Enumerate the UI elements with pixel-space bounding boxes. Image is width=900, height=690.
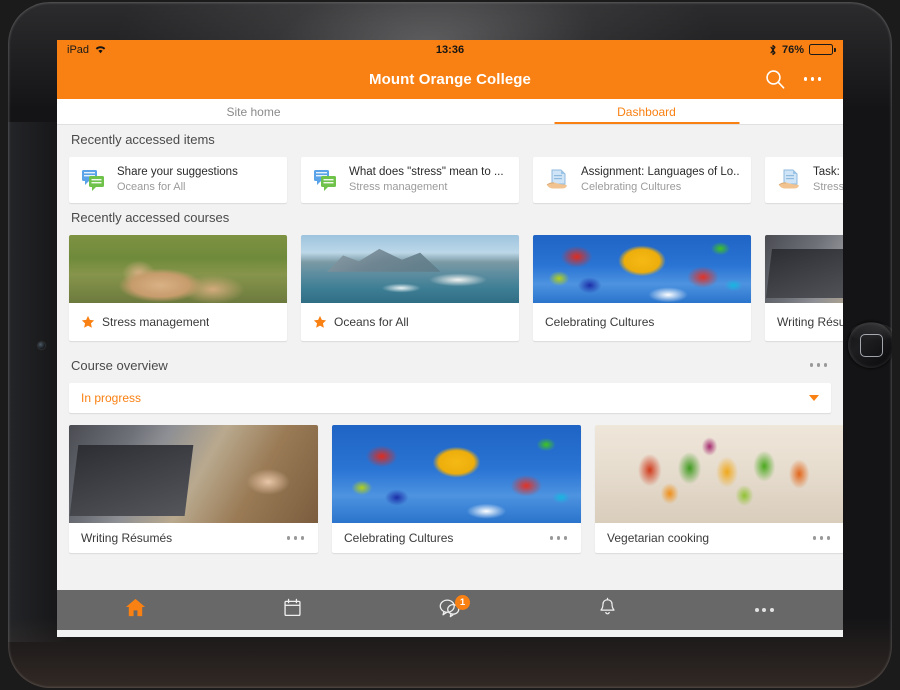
bluetooth-icon xyxy=(769,44,777,56)
chevron-down-icon[interactable] xyxy=(809,395,819,401)
status-bar-right: 76% xyxy=(769,43,836,56)
status-bar-left: iPad xyxy=(67,44,107,56)
course-filter-wrap: In progress xyxy=(57,379,843,413)
list-item-texts: Task: So Stress m xyxy=(813,165,843,195)
list-item-subtitle: Celebrating Cultures xyxy=(581,181,682,193)
status-badge: 1 xyxy=(455,595,470,610)
course-image xyxy=(69,235,287,303)
search-icon[interactable] xyxy=(764,68,786,90)
course-name: Vegetarian cooking xyxy=(607,531,710,545)
site-tabs: Site home Dashboard xyxy=(57,99,843,125)
home-icon xyxy=(124,596,147,624)
list-item-title: Share your suggestions xyxy=(117,166,238,178)
course-name: Oceans for All xyxy=(334,315,409,329)
course-name: Celebrating Cultures xyxy=(344,531,454,545)
battery-percent-label: 76% xyxy=(781,43,804,56)
course-card-footer: Oceans for All xyxy=(301,303,519,341)
assignment-icon xyxy=(777,168,803,192)
tabbar-item-notifications[interactable] xyxy=(529,590,686,630)
recently-accessed-courses-row[interactable]: Stress management Oceans for All Celebra… xyxy=(57,231,843,351)
course-card-footer: Vegetarian cooking xyxy=(595,523,843,553)
list-item-title: What does "stress" mean to ... xyxy=(349,166,504,178)
assignment-icon xyxy=(545,168,571,192)
list-item-texts: Assignment: Languages of Lo... Celebrati… xyxy=(581,165,739,195)
more-options-icon xyxy=(753,602,776,618)
section-title: Recently accessed items xyxy=(71,131,215,147)
more-options-icon[interactable] xyxy=(548,530,570,546)
recently-accessed-items-header: Recently accessed items xyxy=(57,125,843,153)
course-name: Stress management xyxy=(102,315,210,329)
course-card-footer: Writing Résumés xyxy=(69,523,318,553)
bell-icon xyxy=(597,597,618,623)
list-item[interactable]: What does "stress" mean to ... Stress ma… xyxy=(301,157,519,203)
list-item-title: Task: So xyxy=(813,166,843,178)
status-bar: iPad 13:36 76% xyxy=(57,40,843,59)
list-item[interactable]: Task: So Stress m xyxy=(765,157,843,203)
more-options-icon[interactable] xyxy=(811,530,833,546)
course-card-footer: Celebrating Cultures xyxy=(533,303,751,341)
course-filter-select[interactable]: In progress xyxy=(69,383,831,413)
ipad-screen: iPad 13:36 76% Mount Orange College Site… xyxy=(57,40,843,637)
bottom-tab-bar: 1 xyxy=(57,590,843,630)
course-card[interactable]: Vegetarian cooking xyxy=(595,425,843,553)
course-card[interactable]: Celebrating Cultures xyxy=(332,425,581,553)
forum-icon xyxy=(81,168,107,192)
course-card[interactable]: Oceans for All xyxy=(301,235,519,341)
tab-site-home[interactable]: Site home xyxy=(57,99,450,124)
star-icon[interactable] xyxy=(313,315,327,329)
course-name: Writing Résumés xyxy=(81,531,173,545)
star-icon[interactable] xyxy=(81,315,95,329)
course-card-footer: Celebrating Cultures xyxy=(332,523,581,553)
course-image xyxy=(301,235,519,303)
recently-accessed-items-row[interactable]: Share your suggestions Oceans for All Wh… xyxy=(57,153,843,203)
home-button[interactable] xyxy=(848,322,892,368)
course-card[interactable]: Writing Résumés xyxy=(765,235,843,341)
section-title: Course overview xyxy=(71,357,168,373)
tabbar-item-calendar[interactable] xyxy=(214,590,371,630)
list-item-title: Assignment: Languages of Lo... xyxy=(581,166,739,178)
app-header: Mount Orange College xyxy=(57,59,843,99)
course-image xyxy=(765,235,843,303)
status-bar-time: 13:36 xyxy=(435,43,465,56)
course-card[interactable]: Writing Résumés xyxy=(69,425,318,553)
course-card[interactable]: Stress management xyxy=(69,235,287,341)
more-options-icon[interactable] xyxy=(808,357,830,373)
section-title: Recently accessed courses xyxy=(71,209,230,225)
header-actions xyxy=(764,68,844,90)
device-label: iPad xyxy=(67,43,90,56)
course-image xyxy=(332,425,581,523)
tab-dashboard[interactable]: Dashboard xyxy=(450,99,843,124)
course-filter-value: In progress xyxy=(81,391,142,405)
course-overview-header: Course overview xyxy=(57,351,843,379)
more-options-icon[interactable] xyxy=(285,530,307,546)
list-item-texts: Share your suggestions Oceans for All xyxy=(117,165,238,195)
tabbar-item-more[interactable] xyxy=(686,590,843,630)
course-overview-row[interactable]: Writing Résumés Celebrating Cultures Veg… xyxy=(57,413,843,553)
course-image xyxy=(69,425,318,523)
course-image xyxy=(595,425,843,523)
list-item[interactable]: Share your suggestions Oceans for All xyxy=(69,157,287,203)
course-name: Celebrating Cultures xyxy=(545,315,655,329)
battery-icon xyxy=(809,44,836,55)
page-title: Mount Orange College xyxy=(368,70,531,88)
course-card-footer: Stress management xyxy=(69,303,287,341)
tabbar-item-messages[interactable]: 1 xyxy=(371,590,528,630)
calendar-icon xyxy=(282,597,303,623)
course-card[interactable]: Celebrating Cultures xyxy=(533,235,751,341)
course-image xyxy=(533,235,751,303)
wifi-icon xyxy=(94,44,107,55)
list-item[interactable]: Assignment: Languages of Lo... Celebrati… xyxy=(533,157,751,203)
more-options-icon[interactable] xyxy=(802,71,824,87)
forum-icon xyxy=(313,168,339,192)
course-card-footer: Writing Résumés xyxy=(765,303,843,341)
list-item-subtitle: Oceans for All xyxy=(117,181,186,193)
course-name: Writing Résumés xyxy=(777,315,843,329)
tabbar-item-home[interactable] xyxy=(57,590,214,630)
dashboard-content[interactable]: Recently accessed items Share your sugge… xyxy=(57,125,843,630)
list-item-texts: What does "stress" mean to ... Stress ma… xyxy=(349,165,504,195)
front-camera xyxy=(38,342,45,349)
recently-accessed-courses-header: Recently accessed courses xyxy=(57,203,843,231)
list-item-subtitle: Stress m xyxy=(813,181,843,193)
list-item-subtitle: Stress management xyxy=(349,181,448,193)
